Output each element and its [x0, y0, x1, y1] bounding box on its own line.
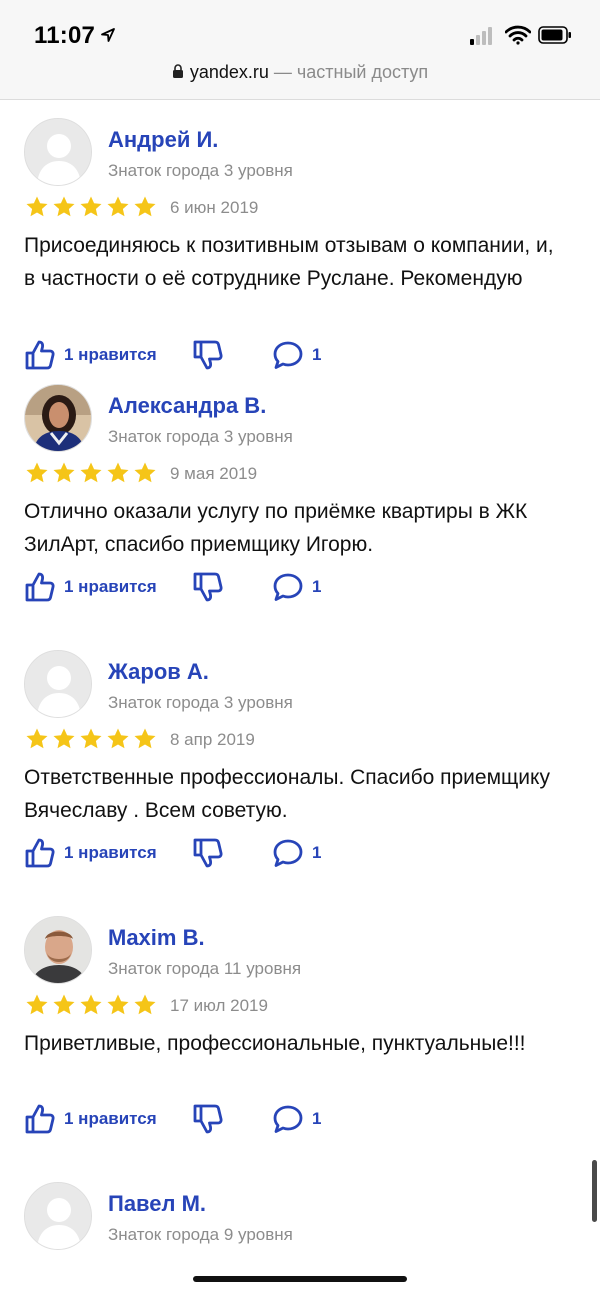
- star-icon: [80, 196, 102, 217]
- review-actions: 1 нравится 1: [24, 835, 444, 875]
- wifi-icon: [505, 25, 531, 45]
- star-icon: [107, 196, 129, 217]
- review-card: Александра В. Знаток города 3 уровня 9 м…: [0, 367, 600, 633]
- user-placeholder-icon: [25, 1183, 91, 1249]
- star-icon: [134, 462, 156, 483]
- author-level: Знаток города 9 уровня: [108, 1225, 293, 1244]
- comments-button[interactable]: 1: [272, 835, 321, 871]
- url-private-label: — частный доступ: [268, 62, 429, 82]
- review-date: 9 мая 2019: [170, 464, 258, 483]
- star-icon: [53, 728, 75, 749]
- review-text: Ответственные профессионалы. Спасибо при…: [24, 766, 550, 822]
- like-button[interactable]: 1 нравится: [24, 1101, 157, 1137]
- like-button[interactable]: 1 нравится: [24, 835, 157, 871]
- user-placeholder-icon: [25, 119, 91, 185]
- review-text: Отлично оказали услугу по приёмке кварти…: [24, 500, 528, 556]
- star-icon: [107, 462, 129, 483]
- comment-bubble-icon: [273, 573, 303, 601]
- comment-count: 1: [312, 577, 322, 596]
- avatar[interactable]: [24, 384, 92, 452]
- review-text: Присоединяюсь к позитивным отзывам о ком…: [24, 234, 554, 290]
- thumbs-down-icon: [193, 838, 223, 868]
- star-icon: [80, 994, 102, 1015]
- dislike-button[interactable]: [192, 1101, 224, 1137]
- thumbs-down-icon: [193, 1104, 223, 1134]
- review-actions: 1 нравится 1: [24, 1101, 444, 1141]
- thumbs-up-icon: [25, 1104, 55, 1134]
- rating-stars: [24, 461, 158, 485]
- star-icon: [26, 462, 48, 483]
- star-icon: [80, 728, 102, 749]
- home-indicator[interactable]: [193, 1276, 407, 1282]
- star-icon: [134, 196, 156, 217]
- author-name[interactable]: Андрей И.: [108, 127, 218, 153]
- like-count: 1 нравится: [64, 1109, 157, 1128]
- review-text: Приветливые, профессиональные, пунктуаль…: [24, 1032, 526, 1055]
- avatar[interactable]: [24, 650, 92, 718]
- star-icon: [26, 994, 48, 1015]
- rating-stars: [24, 195, 158, 219]
- star-icon: [80, 462, 102, 483]
- location-arrow-icon: [101, 28, 115, 42]
- avatar[interactable]: [24, 1182, 92, 1250]
- like-count: 1 нравится: [64, 345, 157, 364]
- like-button[interactable]: 1 нравится: [24, 569, 157, 605]
- author-name[interactable]: Maxim B.: [108, 925, 205, 951]
- author-name[interactable]: Жаров А.: [108, 659, 209, 685]
- comment-bubble-icon: [273, 839, 303, 867]
- star-icon: [107, 728, 129, 749]
- rating-stars: [24, 727, 158, 751]
- author-level: Знаток города 11 уровня: [108, 959, 302, 978]
- thumbs-down-icon: [193, 572, 223, 602]
- review-card: Maxim B. Знаток города 11 уровня 17 июл …: [0, 899, 600, 1165]
- star-icon: [134, 994, 156, 1015]
- star-icon: [53, 994, 75, 1015]
- review-date: 8 апр 2019: [170, 730, 255, 749]
- author-level: Знаток города 3 уровня: [108, 427, 293, 446]
- star-icon: [26, 196, 48, 217]
- battery-icon: [538, 26, 571, 44]
- star-icon: [107, 994, 129, 1015]
- comment-count: 1: [312, 345, 322, 364]
- review-card: Жаров А. Знаток города 3 уровня 8 апр 20…: [0, 633, 600, 899]
- star-icon: [53, 196, 75, 217]
- dislike-button[interactable]: [192, 569, 224, 605]
- rating-stars: [24, 993, 158, 1017]
- review-actions: 1 нравится 1: [24, 569, 444, 609]
- like-count: 1 нравится: [64, 577, 157, 596]
- review-date: 17 июл 2019: [170, 996, 268, 1015]
- comment-bubble-icon: [273, 1105, 303, 1133]
- cellular-signal-icon: [470, 27, 492, 45]
- thumbs-up-icon: [25, 838, 55, 868]
- author-level: Знаток города 3 уровня: [108, 693, 293, 712]
- status-time: 11:07: [34, 22, 96, 49]
- like-count: 1 нравится: [64, 843, 157, 862]
- star-icon: [134, 728, 156, 749]
- user-photo: [25, 917, 91, 983]
- comment-count: 1: [312, 843, 322, 862]
- avatar[interactable]: [24, 118, 92, 186]
- author-name[interactable]: Александра В.: [108, 393, 266, 419]
- author-name[interactable]: Павел М.: [108, 1191, 206, 1217]
- url-domain: yandex.ru: [189, 62, 269, 82]
- review-card: Андрей И. Знаток города 3 уровня 6 июн 2…: [0, 101, 600, 370]
- star-icon: [26, 728, 48, 749]
- avatar[interactable]: [24, 916, 92, 984]
- url-bar[interactable]: yandex.ru — частный доступ: [0, 62, 600, 83]
- browser-top-bar: 11:07 yandex.ru — частный доступ: [0, 0, 600, 100]
- comments-button[interactable]: 1: [272, 569, 321, 605]
- thumbs-up-icon: [25, 572, 55, 602]
- review-date: 6 июн 2019: [170, 198, 259, 217]
- author-level: Знаток города 3 уровня: [108, 161, 293, 180]
- lock-icon: [172, 64, 183, 78]
- comment-count: 1: [312, 1109, 322, 1128]
- star-icon: [53, 462, 75, 483]
- reviews-list: Андрей И. Знаток города 3 уровня 6 июн 2…: [0, 101, 600, 1297]
- scrollbar[interactable]: [592, 1160, 597, 1222]
- comments-button[interactable]: 1: [272, 1101, 321, 1137]
- user-photo: [25, 385, 91, 451]
- user-placeholder-icon: [25, 651, 91, 717]
- dislike-button[interactable]: [192, 835, 224, 871]
